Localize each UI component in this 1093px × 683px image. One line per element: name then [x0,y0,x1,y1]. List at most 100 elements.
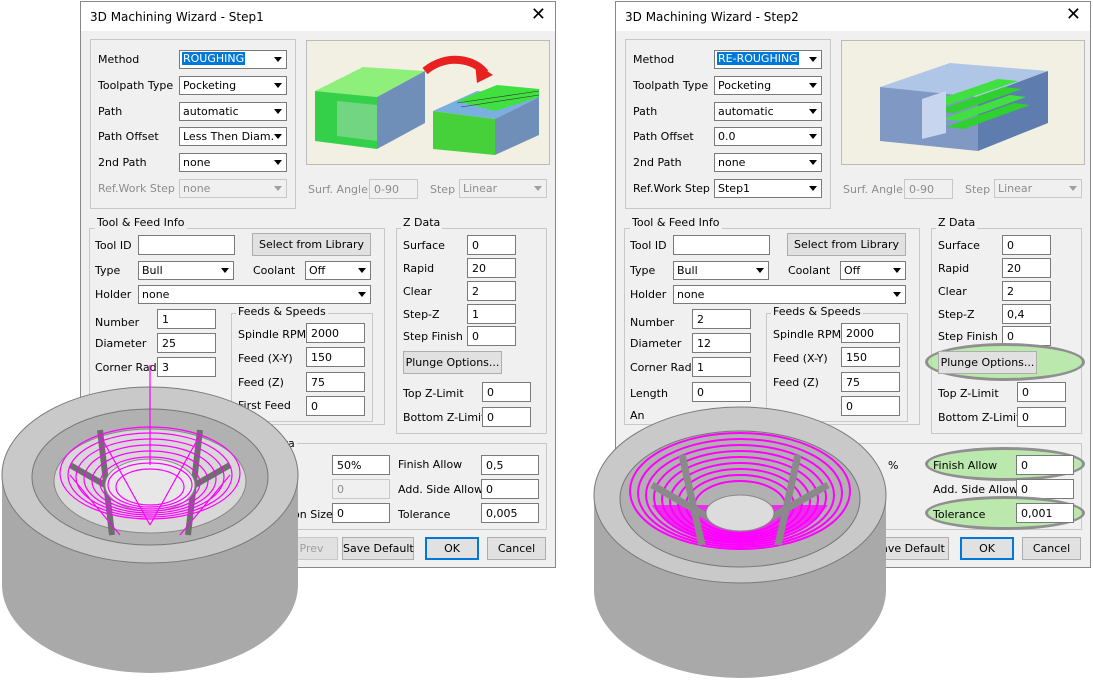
feed-xy-input[interactable]: 150 [841,347,900,367]
chevron-down-icon [270,78,285,93]
stepz-label: Step-Z [938,308,975,321]
type-select[interactable]: Bull [673,261,769,280]
diameter-input[interactable]: 25 [157,333,216,353]
surf-angle-input[interactable]: 0-90 [369,179,418,199]
path-select[interactable]: automatic [179,102,287,121]
second-path-select[interactable]: none [179,153,287,172]
tool-id-input[interactable] [138,235,235,255]
second-path-select[interactable]: none [714,153,822,172]
path-offset-select[interactable]: Less Then Diam. [179,127,287,146]
stepz-label: Step-Z [403,308,440,321]
coolant-select[interactable]: Off [840,261,906,280]
stepz-input[interactable]: 0,4 [1002,304,1051,324]
close-icon[interactable]: ✕ [1066,5,1081,25]
top-z-limit-input[interactable]: 0 [1017,382,1066,402]
toolpath-type-select[interactable]: Pocketing [714,76,822,95]
feed-xy-label: Feed (X-Y) [773,352,828,365]
top-z-limit-label: Top Z-Limit [938,387,999,400]
tolerance-input[interactable]: 0,001 [1016,503,1074,523]
bottom-z-limit-label: Bottom Z-Limit [938,411,1021,424]
close-icon[interactable]: ✕ [531,5,546,25]
top-z-limit-input[interactable]: 0 [482,382,531,402]
holder-select[interactable]: none [673,285,906,304]
chevron-down-icon [805,155,820,170]
diameter-input[interactable]: 12 [692,333,751,353]
tolerance-label: Tolerance [933,508,986,521]
tolerance-input[interactable]: 0,005 [481,503,539,523]
z-data-group-label: Z Data [401,216,443,229]
path-label: Path [98,105,123,118]
number-label: Number [95,316,140,329]
ref-work-step-select[interactable]: none [179,179,287,198]
type-select[interactable]: Bull [138,261,234,280]
top-z-limit-label: Top Z-Limit [403,387,464,400]
second-path-label: 2nd Path [633,156,682,169]
chevron-down-icon [805,129,820,144]
method-select[interactable]: RE-ROUGHING [714,50,822,69]
toolpath-type-label: Toolpath Type [633,79,709,92]
add-side-allow-input[interactable]: 0 [481,479,539,499]
path-select[interactable]: automatic [714,102,822,121]
corner-rad-label: Corner Rad [630,361,692,374]
finish-allow-input[interactable]: 0 [1016,455,1074,475]
feed-z-input[interactable]: 75 [306,372,365,392]
tool-id-label: Tool ID [630,239,667,252]
toolpath-type-select[interactable]: Pocketing [179,76,287,95]
corner-rad-input[interactable]: 1 [692,357,751,377]
tool-id-input[interactable] [673,235,770,255]
spindle-label: Spindle RPM [238,328,307,341]
ref-work-step-select[interactable]: Step1 [714,179,822,198]
surface-input[interactable]: 0 [1002,235,1051,255]
spindle-input[interactable]: 2000 [306,323,365,343]
rapid-input[interactable]: 20 [1002,258,1051,278]
select-from-library-button[interactable]: Select from Library [252,233,371,256]
number-input[interactable]: 2 [692,309,751,329]
finish-allow-input[interactable]: 0,5 [481,455,539,475]
coolant-select[interactable]: Off [305,261,371,280]
tool-feed-group-label: Tool & Feed Info [630,216,722,229]
first-feed-input[interactable]: 0 [306,396,365,416]
chevron-down-icon [805,52,820,67]
path-offset-select[interactable]: 0.0 [714,127,822,146]
region-size-input[interactable]: 0 [332,503,390,523]
tolerance-label: Tolerance [398,508,451,521]
rapid-input[interactable]: 20 [467,258,516,278]
ok-button[interactable]: OK [960,537,1014,560]
disabled-input[interactable]: 0 [332,479,390,499]
ok-button[interactable]: OK [425,537,479,560]
plunge-options-button[interactable]: Plunge Options... [403,351,502,374]
cancel-button[interactable]: Cancel [1022,537,1081,560]
clear-input[interactable]: 2 [467,281,516,301]
chevron-down-icon [270,129,285,144]
cancel-button[interactable]: Cancel [487,537,546,560]
clear-input[interactable]: 2 [1002,281,1051,301]
surface-input[interactable]: 0 [467,235,516,255]
select-from-library-button[interactable]: Select from Library [787,233,906,256]
chevron-down-icon [270,155,285,170]
title-bar: 3D Machining Wizard - Step1 ✕ [81,2,555,31]
step-finish-input[interactable]: 0 [467,326,516,346]
surface-label: Surface [403,239,445,252]
chevron-down-icon [752,263,767,278]
feed-xy-input[interactable]: 150 [306,347,365,367]
path-label: Path [633,105,658,118]
spindle-input[interactable]: 2000 [841,323,900,343]
stepz-input[interactable]: 1 [467,304,516,324]
bottom-z-limit-input[interactable]: 0 [1017,407,1066,427]
surf-angle-input[interactable]: 0-90 [904,179,953,199]
step-select[interactable]: Linear [994,179,1082,198]
type-label: Type [95,264,121,277]
plunge-options-button[interactable]: Plunge Options... [938,351,1037,374]
save-default-button[interactable]: Save Default [342,537,414,560]
step-select[interactable]: Linear [459,179,547,198]
stepover-input[interactable]: 50% [332,455,390,475]
bottom-z-limit-input[interactable]: 0 [482,407,531,427]
holder-select[interactable]: none [138,285,371,304]
number-input[interactable]: 1 [157,309,216,329]
step-finish-label: Step Finish [403,330,463,343]
path-offset-label: Path Offset [633,130,694,143]
add-side-allow-label: Add. Side Allow [398,483,483,496]
method-label: Method [98,53,140,66]
method-select[interactable]: ROUGHING [179,50,287,69]
rapid-label: Rapid [403,262,435,275]
